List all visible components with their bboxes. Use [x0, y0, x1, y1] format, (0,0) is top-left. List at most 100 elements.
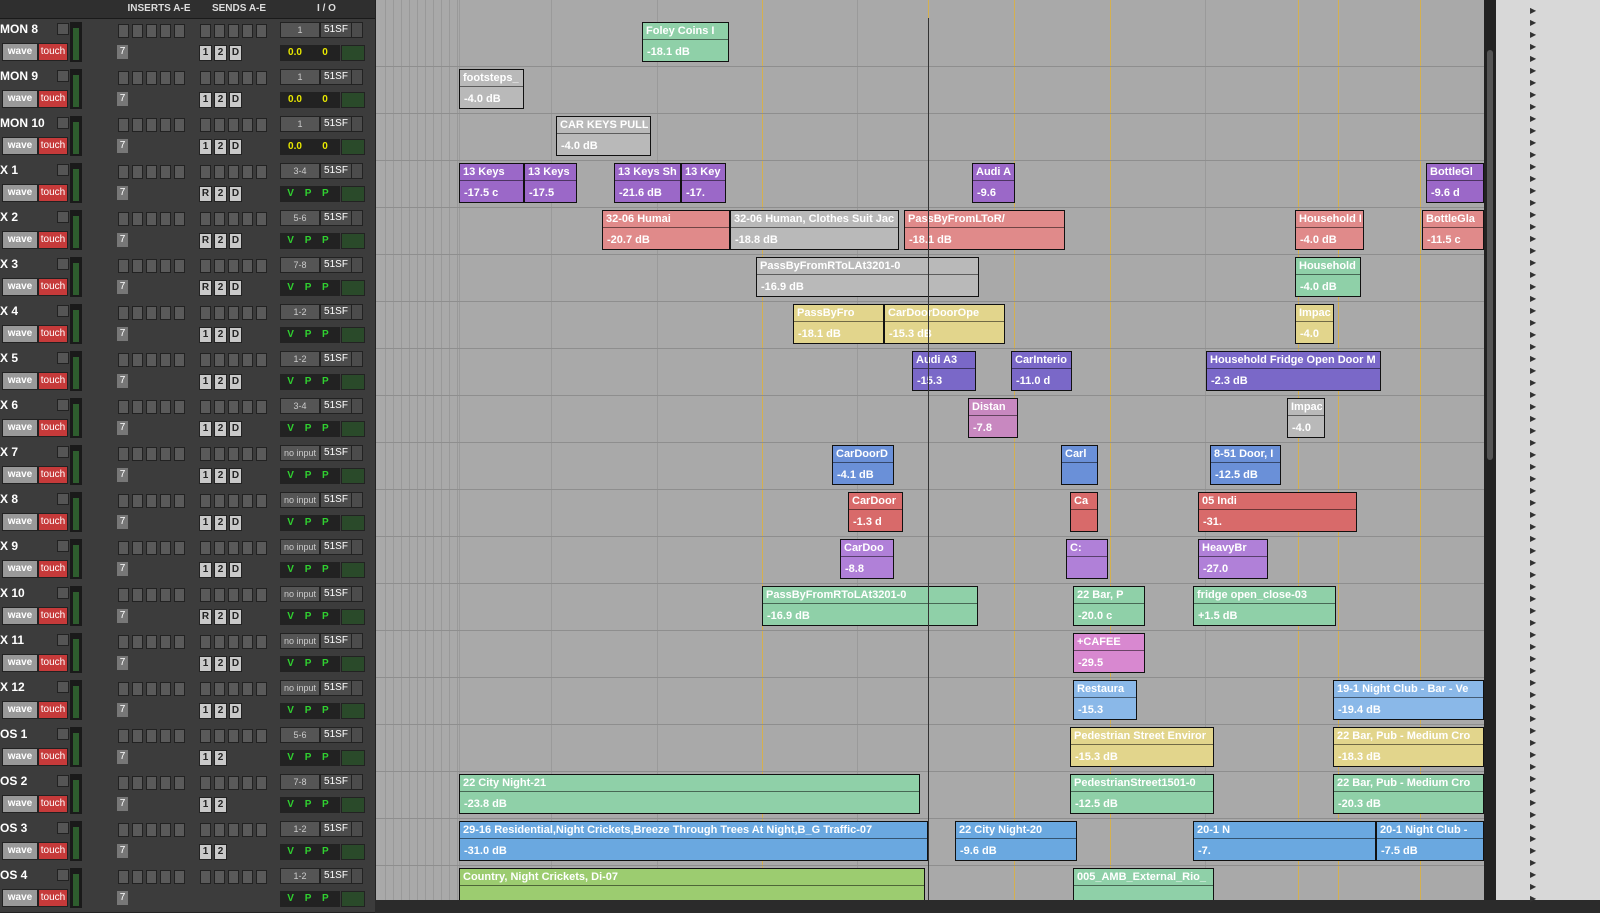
clip-gain[interactable]: -7.: [1198, 845, 1211, 858]
send-button[interactable]: 2: [214, 45, 227, 61]
insert-slot[interactable]: [146, 118, 157, 132]
send-button[interactable]: 1: [199, 327, 212, 343]
send-button[interactable]: 2: [214, 844, 227, 860]
insert-slot[interactable]: [160, 541, 171, 555]
clip-gain[interactable]: -27.0: [1203, 563, 1228, 576]
insert-slot[interactable]: [146, 24, 157, 38]
output-selector[interactable]: 51SF: [320, 539, 352, 555]
track-menu-icon[interactable]: [57, 305, 69, 317]
send-button[interactable]: D: [229, 139, 242, 155]
send-slot[interactable]: [242, 118, 253, 132]
clip-gain[interactable]: -18.1 dB: [647, 46, 690, 59]
input-selector[interactable]: 5-6: [280, 210, 320, 226]
record-enable-button[interactable]: [341, 374, 365, 390]
send-slot[interactable]: [242, 71, 253, 85]
send-slot[interactable]: [214, 447, 225, 461]
send-button[interactable]: R: [199, 609, 212, 625]
output-arrow-icon[interactable]: [351, 727, 363, 743]
audio-clip[interactable]: Ca: [1070, 492, 1098, 532]
send-slot[interactable]: [214, 635, 225, 649]
insert-slot[interactable]: [174, 353, 185, 367]
automation-touch-button[interactable]: touch: [38, 137, 68, 155]
audio-clip[interactable]: CarDoorDoorOpe -15.3 dB: [884, 304, 1005, 344]
voice-pan-buttons[interactable]: V P P: [280, 656, 340, 672]
clip-gain[interactable]: -15.3: [917, 375, 942, 388]
voice-number[interactable]: 7: [117, 374, 128, 388]
send-slot[interactable]: [242, 635, 253, 649]
automation-touch-button[interactable]: touch: [38, 278, 68, 296]
send-slot[interactable]: [228, 259, 239, 273]
insert-slot[interactable]: [160, 447, 171, 461]
audio-clip[interactable]: 22 Bar, Pub - Medium Cro -20.3 dB: [1333, 774, 1484, 814]
insert-slot[interactable]: [146, 165, 157, 179]
track-name[interactable]: OS 4: [0, 867, 60, 883]
record-enable-button[interactable]: [341, 45, 365, 61]
record-enable-button[interactable]: [341, 891, 365, 907]
track-name[interactable]: MON 9: [0, 68, 60, 84]
output-selector[interactable]: 51SF: [320, 304, 352, 320]
send-button[interactable]: D: [229, 45, 242, 61]
send-slot[interactable]: [200, 588, 211, 602]
send-slot[interactable]: [200, 541, 211, 555]
voice-number[interactable]: 7: [117, 92, 128, 106]
timeline-lane[interactable]: [376, 113, 1484, 161]
insert-slot[interactable]: [146, 541, 157, 555]
insert-slot[interactable]: [160, 635, 171, 649]
timeline-lane[interactable]: [376, 442, 1484, 490]
audio-clip[interactable]: Household I -4.0 dB: [1295, 210, 1364, 250]
send-button[interactable]: R: [199, 186, 212, 202]
output-selector[interactable]: 51SF: [320, 445, 352, 461]
voice-pan-buttons[interactable]: V P P: [280, 797, 340, 813]
audio-clip[interactable]: PassByFro -18.1 dB: [793, 304, 884, 344]
track-name[interactable]: X 12: [0, 679, 60, 695]
insert-slot[interactable]: [132, 729, 143, 743]
wave-view-button[interactable]: wave: [2, 654, 38, 672]
audio-clip[interactable]: 005_AMB_External_Rio_: [1073, 868, 1214, 900]
send-slot[interactable]: [256, 259, 267, 273]
output-arrow-icon[interactable]: [351, 257, 363, 273]
send-slot[interactable]: [242, 494, 253, 508]
clip-gain[interactable]: -4.0 dB: [1300, 281, 1337, 294]
send-slot[interactable]: [256, 588, 267, 602]
automation-touch-button[interactable]: touch: [38, 231, 68, 249]
send-slot[interactable]: [214, 212, 225, 226]
clip-gain[interactable]: -15.3 dB: [1075, 751, 1118, 764]
send-slot[interactable]: [200, 494, 211, 508]
send-button[interactable]: D: [229, 562, 242, 578]
output-selector[interactable]: 51SF: [320, 633, 352, 649]
send-slot[interactable]: [256, 118, 267, 132]
voice-number[interactable]: 7: [117, 562, 128, 576]
input-selector[interactable]: no input: [280, 445, 320, 461]
send-button[interactable]: D: [229, 327, 242, 343]
voice-pan-buttons[interactable]: V P P: [280, 468, 340, 484]
send-slot[interactable]: [200, 259, 211, 273]
voice-number[interactable]: 7: [117, 186, 128, 200]
send-slot[interactable]: [228, 24, 239, 38]
insert-slot[interactable]: [118, 635, 129, 649]
clip-gain[interactable]: -2.3 dB: [1211, 375, 1248, 388]
send-slot[interactable]: [242, 259, 253, 273]
output-arrow-icon[interactable]: [351, 163, 363, 179]
output-selector[interactable]: 51SF: [320, 492, 352, 508]
track-menu-icon[interactable]: [57, 634, 69, 646]
audio-clip[interactable]: 13 Keys -17.5: [524, 163, 577, 203]
automation-touch-button[interactable]: touch: [38, 560, 68, 578]
output-arrow-icon[interactable]: [351, 351, 363, 367]
insert-slot[interactable]: [132, 353, 143, 367]
send-button[interactable]: 2: [214, 186, 227, 202]
input-selector[interactable]: 1-2: [280, 351, 320, 367]
audio-clip[interactable]: CarDoor -1.3 d: [848, 492, 903, 532]
voice-pan-buttons[interactable]: V P P: [280, 844, 340, 860]
audio-clip[interactable]: 22 Bar, Pub - Medium Cro -18.3 dB: [1333, 727, 1484, 767]
send-button[interactable]: 2: [214, 92, 227, 108]
insert-slot[interactable]: [174, 823, 185, 837]
record-enable-button[interactable]: [341, 139, 365, 155]
output-arrow-icon[interactable]: [351, 398, 363, 414]
insert-slot[interactable]: [146, 259, 157, 273]
send-button[interactable]: 1: [199, 515, 212, 531]
track-name[interactable]: MON 8: [0, 21, 60, 37]
wave-view-button[interactable]: wave: [2, 513, 38, 531]
insert-slot[interactable]: [174, 118, 185, 132]
send-slot[interactable]: [256, 24, 267, 38]
insert-slot[interactable]: [174, 24, 185, 38]
